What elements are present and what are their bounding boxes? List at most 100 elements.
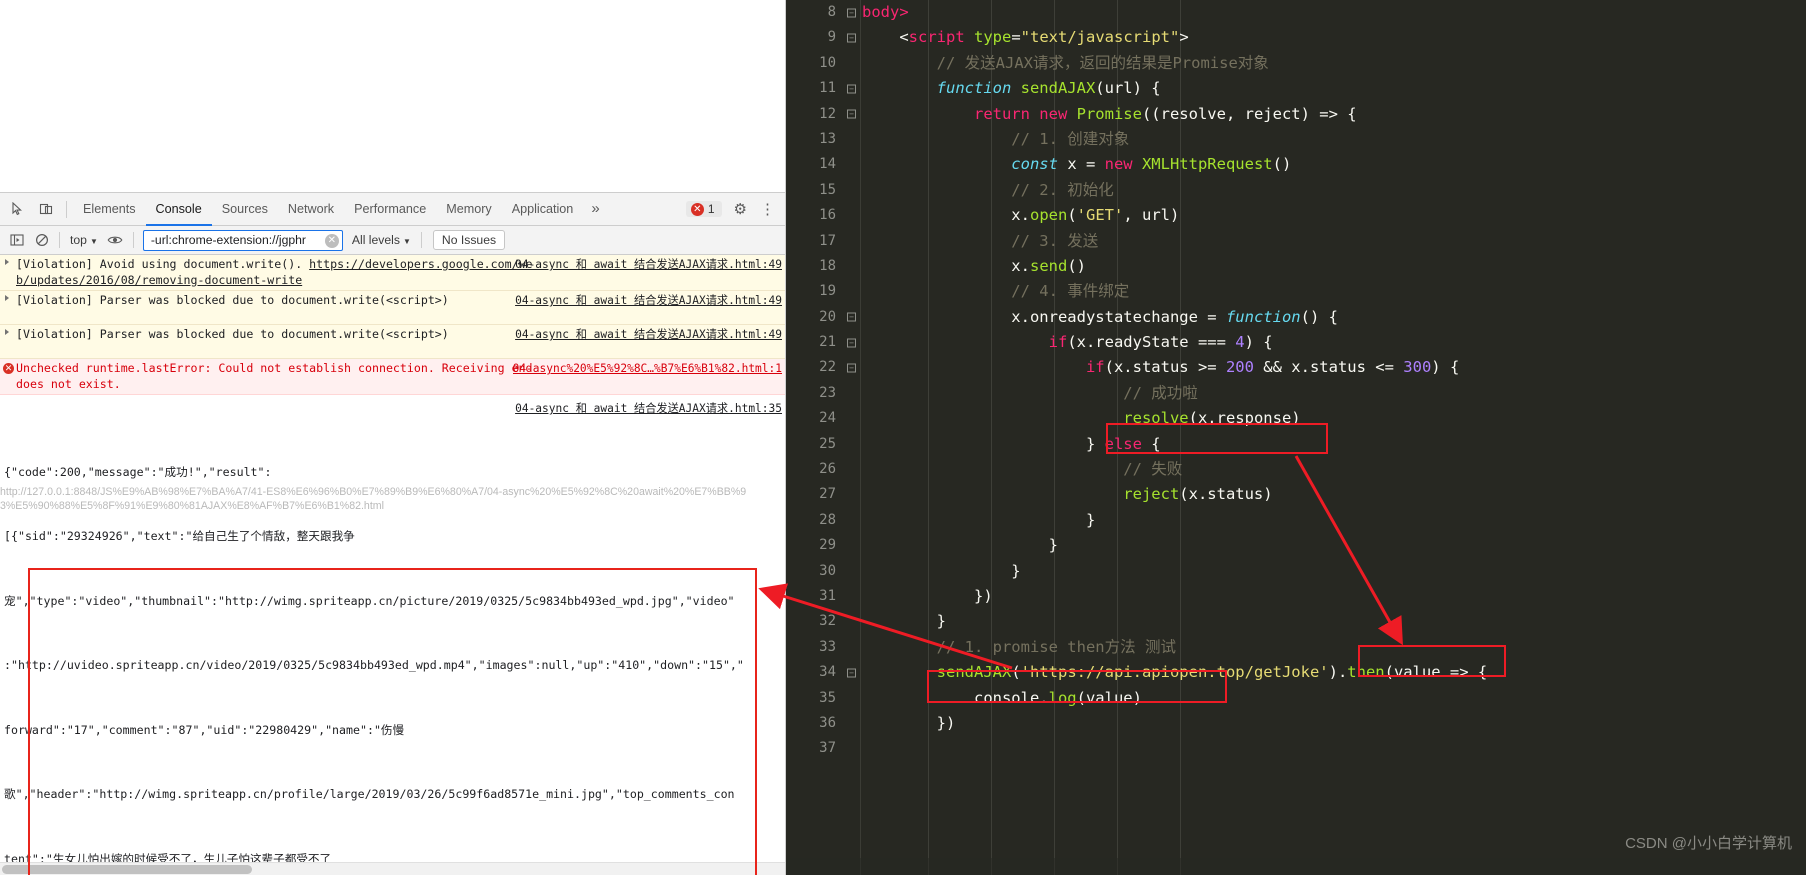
fold-toggle-icon[interactable]: − bbox=[847, 84, 856, 94]
line-number: 16 bbox=[819, 207, 836, 224]
code-line[interactable]: }) bbox=[862, 711, 1806, 736]
expand-arrow-icon[interactable] bbox=[5, 259, 9, 265]
expand-arrow-icon[interactable] bbox=[5, 295, 9, 301]
console-message-violation-3[interactable]: [Violation] Parser was blocked due to do… bbox=[0, 325, 785, 359]
console-filter-field[interactable]: ✕ bbox=[142, 229, 343, 251]
more-options-icon[interactable]: ⋮ bbox=[753, 200, 782, 218]
message-source-link[interactable]: 04-async%20%E5%92%8C…%B7%E6%B1%82.html:1 bbox=[513, 361, 782, 377]
code-line[interactable]: // 1. promise then方法 测试 bbox=[862, 635, 1806, 660]
code-line[interactable]: // 1. 创建对象 bbox=[862, 127, 1806, 152]
tab-sources[interactable]: Sources bbox=[212, 193, 278, 226]
message-source-link[interactable]: 04-async 和 await 结合发送AJAX请求.html:49 bbox=[515, 257, 782, 273]
code-line[interactable] bbox=[862, 736, 1806, 761]
code-line[interactable]: sendAJAX('https://api.apiopen.top/getJok… bbox=[862, 660, 1806, 685]
code-line[interactable]: // 成功啦 bbox=[862, 381, 1806, 406]
clear-console-icon[interactable] bbox=[29, 228, 54, 252]
line-number: 35 bbox=[819, 689, 836, 706]
fold-toggle-icon[interactable]: − bbox=[847, 312, 856, 322]
code-line[interactable]: x.onreadystatechange = function() { bbox=[862, 305, 1806, 330]
horizontal-scrollbar[interactable] bbox=[0, 862, 785, 875]
fold-toggle-icon[interactable]: − bbox=[847, 109, 856, 119]
console-message-list[interactable]: [Violation] Avoid using document.write()… bbox=[0, 255, 785, 875]
code-line[interactable]: // 失败 bbox=[862, 457, 1806, 482]
fold-toggle-icon[interactable]: − bbox=[847, 8, 856, 18]
message-source-link[interactable]: 04-async 和 await 结合发送AJAX请求.html:49 bbox=[515, 293, 782, 309]
code-line[interactable]: }) bbox=[862, 584, 1806, 609]
console-json-output[interactable]: 04-async 和 await 结合发送AJAX请求.html:35 {"co… bbox=[0, 395, 785, 875]
code-token: x.onreadystatechange = bbox=[862, 307, 1226, 326]
code-line[interactable]: // 4. 事件绑定 bbox=[862, 279, 1806, 304]
code-line[interactable]: x.open('GET', url) bbox=[862, 203, 1806, 228]
code-line[interactable]: <script type="text/javascript"> bbox=[862, 25, 1806, 50]
fold-toggle-icon[interactable]: − bbox=[847, 363, 856, 373]
code-token: (value => { bbox=[1384, 663, 1488, 682]
inspect-element-icon[interactable] bbox=[5, 196, 31, 222]
error-count-label: 1 bbox=[707, 202, 715, 216]
fold-toggle-icon[interactable]: − bbox=[847, 33, 856, 43]
json-source-link[interactable]: 04-async 和 await 结合发送AJAX请求.html:35 bbox=[515, 398, 782, 420]
tab-network[interactable]: Network bbox=[278, 193, 344, 226]
device-toolbar-icon[interactable] bbox=[33, 196, 59, 222]
tab-memory[interactable]: Memory bbox=[436, 193, 501, 226]
search-input[interactable] bbox=[148, 232, 322, 248]
live-expression-icon[interactable] bbox=[103, 228, 128, 252]
scrollbar-thumb[interactable] bbox=[2, 865, 252, 874]
tab-application[interactable]: Application bbox=[502, 193, 584, 226]
code-line[interactable]: } bbox=[862, 508, 1806, 533]
console-message-violation-1[interactable]: [Violation] Avoid using document.write()… bbox=[0, 255, 785, 291]
code-line[interactable]: return new Promise((resolve, reject) => … bbox=[862, 102, 1806, 127]
code-token: XMLHttpRequest bbox=[1141, 155, 1273, 174]
line-number: 20− bbox=[786, 305, 856, 330]
clear-input-icon[interactable]: ✕ bbox=[324, 233, 339, 248]
error-count-badge[interactable]: ✕ 1 bbox=[685, 201, 722, 217]
code-line[interactable]: // 发送AJAX请求，返回的结果是Promise对象 bbox=[862, 51, 1806, 76]
code-line[interactable]: // 2. 初始化 bbox=[862, 178, 1806, 203]
code-line[interactable]: resolve(x.response) bbox=[862, 406, 1806, 431]
console-message-error[interactable]: ✕ Unchecked runtime.lastError: Could not… bbox=[0, 359, 785, 395]
console-sidebar-icon[interactable] bbox=[4, 228, 29, 252]
code-line[interactable]: if(x.readyState === 4) { bbox=[862, 330, 1806, 355]
fold-toggle-icon[interactable]: − bbox=[847, 668, 856, 678]
code-line[interactable]: } bbox=[862, 533, 1806, 558]
more-tabs-icon[interactable]: » bbox=[583, 193, 607, 226]
gear-icon[interactable]: ⚙ bbox=[728, 200, 753, 218]
issues-button[interactable]: No Issues bbox=[432, 230, 506, 250]
tab-elements[interactable]: Elements bbox=[73, 193, 146, 226]
code-line[interactable]: } bbox=[862, 609, 1806, 634]
log-levels-selector[interactable]: All levels ▼ bbox=[347, 233, 416, 247]
code-editor[interactable]: 8−9− 10 11−12− 13 14 15 16 17 18 19 20−21−22− 23 24 2… bbox=[786, 0, 1806, 875]
code-token: open bbox=[1029, 206, 1068, 225]
editor-code-area[interactable]: body> <script type="text/javascript"> //… bbox=[862, 0, 1806, 875]
code-token: new bbox=[1104, 155, 1142, 174]
code-line[interactable]: x.send() bbox=[862, 254, 1806, 279]
code-token: if bbox=[862, 333, 1068, 352]
code-token: { bbox=[1141, 434, 1161, 453]
code-token: } bbox=[862, 510, 1096, 529]
browser-pane: Elements Console Sources Network Perform… bbox=[0, 0, 786, 875]
code-token: 300 bbox=[1403, 358, 1432, 377]
execution-context-selector[interactable]: top ▼ bbox=[65, 233, 103, 247]
code-line[interactable]: console.log(value) bbox=[862, 686, 1806, 711]
json-line: 歌","header":"http://wimg.spriteapp.cn/pr… bbox=[4, 787, 735, 801]
code-token: , url) bbox=[1123, 206, 1180, 225]
line-number: 24 bbox=[819, 410, 836, 427]
code-line[interactable]: if(x.status >= 200 && x.status <= 300) { bbox=[862, 355, 1806, 380]
code-line[interactable]: } bbox=[862, 559, 1806, 584]
code-line[interactable]: const x = new XMLHttpRequest() bbox=[862, 152, 1806, 177]
code-token: (x.status) bbox=[1179, 485, 1273, 504]
tab-performance[interactable]: Performance bbox=[344, 193, 436, 226]
console-message-violation-2[interactable]: [Violation] Parser was blocked due to do… bbox=[0, 291, 785, 325]
code-line[interactable]: body> bbox=[862, 0, 1806, 25]
expand-arrow-icon[interactable] bbox=[5, 329, 9, 335]
code-line[interactable]: reject(x.status) bbox=[862, 482, 1806, 507]
code-token: ((resolve, reject) => { bbox=[1141, 104, 1357, 123]
tab-console[interactable]: Console bbox=[146, 193, 212, 226]
message-source-link[interactable]: 04-async 和 await 结合发送AJAX请求.html:49 bbox=[515, 327, 782, 343]
code-line[interactable]: } else { bbox=[862, 432, 1806, 457]
code-token: }) bbox=[862, 586, 993, 605]
code-line[interactable]: // 3. 发送 bbox=[862, 229, 1806, 254]
code-line[interactable]: function sendAJAX(url) { bbox=[862, 76, 1806, 101]
error-dot-icon: ✕ bbox=[690, 202, 704, 216]
fold-toggle-icon[interactable]: − bbox=[847, 338, 856, 348]
chevron-down-icon: ▼ bbox=[402, 236, 411, 246]
